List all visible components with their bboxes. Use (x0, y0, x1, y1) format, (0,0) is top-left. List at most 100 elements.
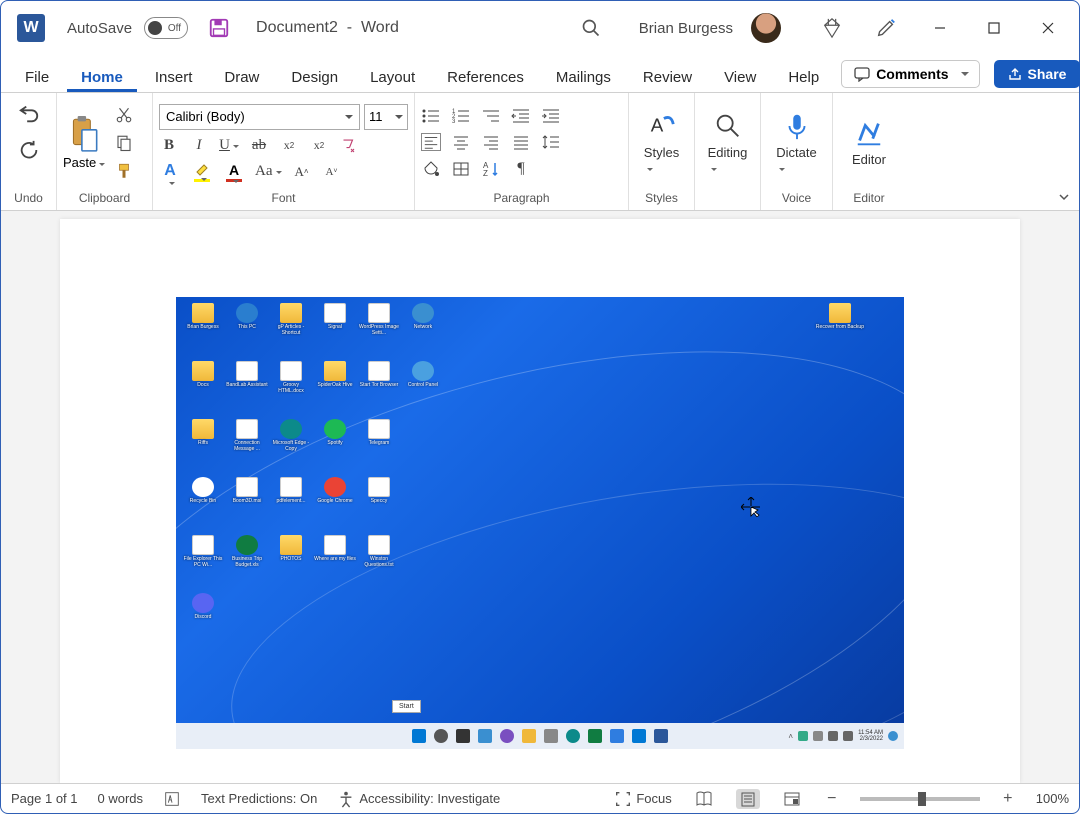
tab-review[interactable]: Review (629, 61, 706, 92)
editor-button[interactable]: Editor (838, 114, 900, 171)
status-words[interactable]: 0 words (98, 791, 144, 806)
grow-font-button[interactable]: A˄ (292, 162, 312, 182)
group-undo: Undo (1, 93, 57, 210)
desktop-icon: Brian Burgess (182, 303, 224, 359)
zoom-slider[interactable] (860, 797, 980, 801)
decrease-indent-icon[interactable] (511, 107, 531, 125)
align-left-icon[interactable] (421, 133, 441, 151)
format-painter-icon[interactable] (115, 162, 133, 180)
print-layout-button[interactable] (736, 789, 760, 809)
tab-view[interactable]: View (710, 61, 770, 92)
superscript-button[interactable]: x2 (309, 136, 329, 156)
autosave-toggle[interactable]: Off (144, 17, 188, 39)
status-predictions[interactable]: Text Predictions: On (201, 791, 317, 806)
document-title[interactable]: Document2 - Word (256, 19, 399, 37)
editing-button[interactable]: Editing (694, 107, 762, 179)
comments-button[interactable]: Comments (841, 60, 979, 88)
save-icon[interactable] (208, 17, 230, 39)
clear-format-icon[interactable] (339, 137, 357, 155)
change-case-button[interactable]: Aa (255, 162, 282, 182)
underline-button[interactable]: U (219, 136, 239, 156)
avatar[interactable] (751, 13, 781, 43)
undo-icon[interactable] (16, 103, 42, 125)
desktop-icon (402, 419, 444, 475)
cut-icon[interactable] (115, 106, 133, 124)
multilevel-icon[interactable] (481, 107, 501, 125)
shrink-font-button[interactable]: A˅ (322, 162, 342, 182)
copy-icon[interactable] (115, 134, 133, 152)
bullets-icon[interactable] (421, 107, 441, 125)
styles-button[interactable]: A Styles (630, 107, 693, 179)
group-clipboard: Paste Clipboard (57, 93, 153, 210)
subscript-button[interactable]: x2 (279, 136, 299, 156)
tab-draw[interactable]: Draw (210, 61, 273, 92)
maximize-button[interactable] (971, 8, 1017, 48)
dictate-button[interactable]: Dictate (762, 107, 830, 179)
increase-indent-icon[interactable] (541, 107, 561, 125)
zoom-level[interactable]: 100% (1036, 791, 1069, 806)
desktop-icon: Boom3D.msi (226, 477, 268, 533)
tab-references[interactable]: References (433, 61, 538, 92)
desktop-icon-right: Recover from Backup (816, 303, 864, 331)
tab-file[interactable]: File (11, 61, 63, 92)
italic-button[interactable]: I (189, 136, 209, 156)
numbering-icon[interactable]: 123 (451, 107, 471, 125)
share-button[interactable]: Share (994, 60, 1080, 88)
tab-design[interactable]: Design (277, 61, 352, 92)
start-tooltip: Start (392, 700, 421, 713)
status-page[interactable]: Page 1 of 1 (11, 791, 78, 806)
font-name-dropdown[interactable]: Calibri (Body) (159, 104, 360, 130)
desktop-icon: Control Panel (402, 361, 444, 417)
strikethrough-button[interactable]: ab (249, 136, 269, 156)
spellcheck-icon[interactable] (163, 790, 181, 808)
line-spacing-icon[interactable] (541, 133, 561, 151)
font-color-button[interactable]: A (223, 162, 245, 182)
collapse-ribbon-icon[interactable] (1057, 190, 1071, 204)
search-icon[interactable] (581, 18, 601, 38)
status-focus[interactable]: Focus (614, 790, 671, 808)
document-area[interactable]: Brian BurgessThis PCgP Articles - Shortc… (1, 211, 1079, 783)
tab-insert[interactable]: Insert (141, 61, 207, 92)
highlight-button[interactable] (191, 162, 213, 182)
zoom-out-button[interactable]: − (824, 790, 840, 808)
text-effects-button[interactable]: A (159, 162, 181, 182)
zoom-in-button[interactable]: + (1000, 790, 1016, 808)
borders-icon[interactable] (451, 160, 471, 178)
inserted-screenshot[interactable]: Brian BurgessThis PCgP Articles - Shortc… (176, 297, 904, 749)
svg-text:Z: Z (483, 169, 488, 178)
group-label-voice: Voice (767, 188, 826, 208)
tab-home[interactable]: Home (67, 61, 137, 92)
pilcrow-icon[interactable]: ¶ (511, 159, 531, 179)
desktop-icon: Connection Message ... (226, 419, 268, 475)
align-center-icon[interactable] (451, 133, 471, 151)
shading-icon[interactable] (421, 160, 441, 178)
repeat-icon[interactable] (18, 139, 40, 161)
read-mode-button[interactable] (692, 789, 716, 809)
desktop-icon: This PC (226, 303, 268, 359)
paste-button[interactable]: Paste (63, 115, 105, 170)
sort-icon[interactable]: AZ (481, 160, 501, 178)
font-size-dropdown[interactable]: 11 (364, 104, 408, 130)
pencil-icon[interactable] (875, 17, 897, 39)
tab-help[interactable]: Help (774, 61, 833, 92)
move-cursor-icon (741, 497, 761, 517)
status-accessibility[interactable]: Accessibility: Investigate (337, 790, 500, 808)
user-name[interactable]: Brian Burgess (639, 20, 733, 37)
desktop-icon: Microsoft Edge - Copy (270, 419, 312, 475)
align-right-icon[interactable] (481, 133, 501, 151)
group-styles: A Styles Styles (629, 93, 695, 210)
tab-mailings[interactable]: Mailings (542, 61, 625, 92)
justify-icon[interactable] (511, 133, 531, 151)
desktop-icon (402, 477, 444, 533)
minimize-button[interactable] (917, 8, 963, 48)
web-layout-button[interactable] (780, 789, 804, 809)
desktop-taskbar: ˄ 11:54 AM2/3/2022 (176, 723, 904, 749)
accessibility-icon (337, 790, 355, 808)
diamond-icon[interactable] (821, 17, 843, 39)
group-editing: Editing (695, 93, 761, 210)
bold-button[interactable]: B (159, 136, 179, 156)
group-voice: Dictate Voice (761, 93, 833, 210)
tab-layout[interactable]: Layout (356, 61, 429, 92)
desktop-icon: Docs (182, 361, 224, 417)
close-button[interactable] (1025, 8, 1071, 48)
